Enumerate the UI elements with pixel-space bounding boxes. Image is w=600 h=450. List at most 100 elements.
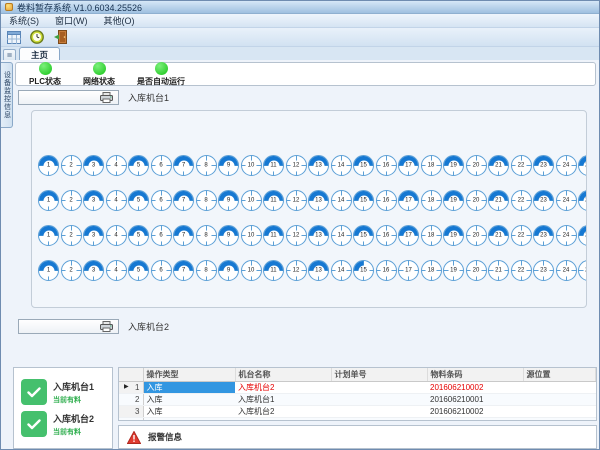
slot-indicator: 5 [128, 155, 149, 176]
slot-indicator: 23 [533, 225, 554, 246]
slot-indicator: 21 [488, 260, 509, 281]
table-cell[interactable] [331, 405, 427, 417]
column-header-4[interactable]: 源位置 [523, 368, 596, 381]
check-icon [21, 379, 47, 405]
table-cell[interactable] [331, 381, 427, 393]
slot-indicator: 15 [353, 190, 374, 211]
machine-card-status: 当前有料 [53, 427, 94, 437]
table-cell[interactable]: 201606210001 [427, 393, 523, 405]
slot-indicator: 9 [218, 225, 239, 246]
right-panel: 操作类型机台名称计划单号物料条码源位置 ▶1入库入库机台2 20160621000… [118, 367, 597, 449]
slot-indicator: 20 [466, 260, 487, 281]
slot-indicator: 8 [196, 155, 217, 176]
slot-indicator: 13 [308, 225, 329, 246]
calendar-icon[interactable] [6, 29, 22, 45]
table-row-4[interactable]: 4 [119, 417, 596, 421]
exit-door-icon[interactable] [52, 29, 68, 45]
status-light [93, 62, 106, 75]
slot-indicator: 14 [331, 260, 352, 281]
slot-indicator: 25 [578, 190, 587, 211]
slot-indicator: 18 [421, 190, 442, 211]
table-cell[interactable] [523, 393, 596, 405]
slot-row-1: 1234567891011121314151617181920212223242… [38, 155, 586, 176]
table-cell[interactable] [331, 393, 427, 405]
toolbar [1, 28, 599, 47]
menu-item-1[interactable]: 窗口(W) [55, 14, 88, 27]
table-cell[interactable]: 201606210002 [427, 405, 523, 417]
warning-icon [127, 431, 141, 444]
slot-indicator: 5 [128, 225, 149, 246]
slot-indicator: 6 [151, 155, 172, 176]
column-header-0[interactable]: 操作类型 [143, 368, 235, 381]
slot-indicator: 10 [241, 225, 262, 246]
status-label: PLC状态 [29, 76, 61, 87]
machine2-print-button[interactable] [18, 319, 119, 334]
dock-tab-stub[interactable]: ≣ [3, 49, 16, 60]
slot-indicator: 20 [466, 190, 487, 211]
operations-table: 操作类型机台名称计划单号物料条码源位置 ▶1入库入库机台2 20160621000… [118, 367, 597, 421]
table-row-2[interactable]: 2入库入库机台1201606210001 [119, 393, 596, 405]
machine-card-title: 入库机台1 [53, 380, 94, 393]
slot-indicator: 13 [308, 190, 329, 211]
tab-home[interactable]: 主页 [19, 47, 60, 60]
menu-item-2[interactable]: 其他(O) [104, 14, 135, 27]
slot-indicator: 3 [83, 155, 104, 176]
table-cell[interactable] [427, 417, 523, 421]
machine1-label: 入库机台1 [128, 91, 169, 104]
slot-indicator: 2 [61, 190, 82, 211]
bottom-area: 入库机台1当前有料入库机台2当前有料 操作类型机台名称计划单号物料条码源位置 ▶… [1, 367, 597, 449]
slot-indicator: 19 [443, 260, 464, 281]
side-dock-tab[interactable]: 设备监控信息 [1, 62, 13, 128]
status-indicator-2: 是否自动运行 [137, 62, 185, 87]
row-number-cell: 3 [119, 405, 143, 417]
slot-indicator: 23 [533, 190, 554, 211]
table-cell[interactable]: 入库 [143, 405, 235, 417]
menu-item-0[interactable]: 系统(S) [9, 14, 39, 27]
slot-indicator: 19 [443, 225, 464, 246]
slot-indicator: 2 [61, 225, 82, 246]
table-body: ▶1入库入库机台22016062100022入库入库机台120160621000… [119, 381, 596, 421]
slot-indicator: 10 [241, 260, 262, 281]
slot-indicator: 1 [38, 190, 59, 211]
slot-indicator: 9 [218, 155, 239, 176]
table-cell[interactable]: 入库 [143, 393, 235, 405]
table-cell[interactable]: 入库 [143, 381, 235, 393]
column-header-1[interactable]: 机台名称 [235, 368, 331, 381]
slot-indicator: 2 [61, 260, 82, 281]
table-cell[interactable]: 入库机台2 [235, 405, 331, 417]
slot-indicator: 14 [331, 190, 352, 211]
slot-indicator: 17 [398, 225, 419, 246]
column-header-3[interactable]: 物料条码 [427, 368, 523, 381]
machine2-label: 入库机台2 [128, 320, 169, 333]
slot-grid: 1234567891011121314151617181920212223242… [31, 110, 587, 308]
row-number-cell: ▶1 [119, 381, 143, 393]
clock-icon[interactable] [29, 29, 45, 45]
slot-indicator: 16 [376, 260, 397, 281]
table-cell[interactable] [235, 417, 331, 421]
table-cell[interactable]: 入库机台1 [235, 393, 331, 405]
slot-indicator: 6 [151, 225, 172, 246]
table-cell[interactable] [331, 417, 427, 421]
table-cell[interactable] [523, 381, 596, 393]
printer-icon [100, 92, 113, 103]
slot-indicator: 24 [556, 260, 577, 281]
table-cell[interactable] [523, 417, 596, 421]
table-row-3[interactable]: 3入库入库机台2 201606210002 [119, 405, 596, 417]
table-cell[interactable] [523, 405, 596, 417]
slot-indicator: 2 [61, 155, 82, 176]
machine1-print-button[interactable] [18, 90, 119, 105]
slot-indicator: 18 [421, 225, 442, 246]
status-label: 是否自动运行 [137, 76, 185, 87]
current-row-arrow-icon: ▶ [124, 383, 129, 390]
slot-indicator: 22 [511, 260, 532, 281]
slot-indicator: 16 [376, 225, 397, 246]
slot-indicator: 24 [556, 190, 577, 211]
table-row-1[interactable]: ▶1入库入库机台2 201606210002 [119, 381, 596, 393]
table-cell[interactable]: 201606210002 [427, 381, 523, 393]
column-header-2[interactable]: 计划单号 [331, 368, 427, 381]
table-cell[interactable] [143, 417, 235, 421]
alarm-bar: 报警信息 [118, 425, 597, 449]
slot-indicator: 17 [398, 155, 419, 176]
table-cell[interactable]: 入库机台2 [235, 381, 331, 393]
row-number-cell: 4 [119, 417, 143, 421]
